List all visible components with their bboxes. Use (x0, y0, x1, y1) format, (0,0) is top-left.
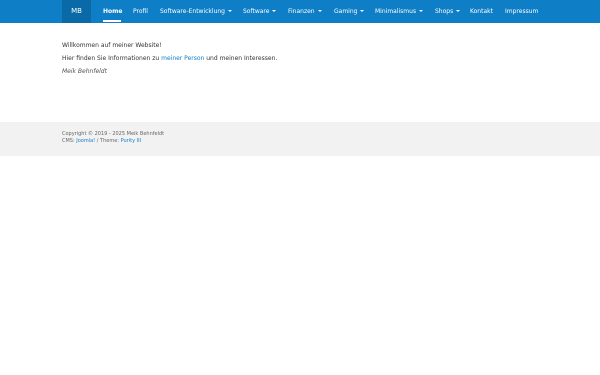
nav-item-finanzen[interactable]: Finanzen (288, 0, 322, 23)
caret-down-icon (228, 10, 232, 12)
caret-down-icon (317, 10, 322, 12)
cms-label: CMS: (62, 138, 77, 144)
main-content: Willkommen auf meiner Website! Hier find… (62, 39, 542, 78)
nav-item-minimalismus[interactable]: Minimalismus (375, 0, 424, 23)
caret-down-icon (272, 10, 277, 12)
nav-item-impressum[interactable]: Impressum (505, 0, 538, 23)
footer: Copyright © 2019 - 2025 Meik Behnfeldt C… (0, 122, 600, 156)
nav-item-label: Kontakt (470, 8, 493, 15)
nav-item-shops[interactable]: Shops (435, 0, 461, 23)
brand-logo[interactable]: MB (62, 0, 91, 23)
theme-link[interactable]: Purity III (121, 138, 141, 144)
caret-down-icon (456, 10, 461, 12)
nav-item-label: Impressum (505, 8, 539, 15)
nav-item-label: Gaming (334, 8, 358, 15)
theme-label: / Theme: (95, 138, 121, 144)
intro-text-prefix: Hier finden Sie Informationen zu (62, 55, 162, 62)
footer-inner: Copyright © 2019 - 2025 Meik Behnfeldt C… (62, 131, 164, 145)
nav-item-label: Software-Entwicklung (160, 8, 225, 15)
top-navbar: MB Home Profil Software-Entwicklung Soft… (0, 0, 600, 23)
caret-down-icon (419, 10, 424, 12)
nav-item-kontakt[interactable]: Kontakt (470, 0, 493, 23)
nav-item-gaming[interactable]: Gaming (334, 0, 365, 23)
nav-item-label: Software (243, 8, 270, 15)
person-link[interactable]: meiner Person (161, 55, 204, 62)
signature: Meik Behnfeldt (62, 68, 107, 75)
caret-down-icon (360, 10, 365, 12)
nav-item-software[interactable]: Software (243, 0, 277, 23)
nav-item-label: Finanzen (288, 8, 315, 15)
cms-credits: CMS: Joomla! / Theme: Purity III (62, 138, 164, 145)
joomla-link[interactable]: Joomla! (76, 138, 95, 144)
intro-text-suffix: und meinen Interessen. (204, 55, 278, 62)
active-indicator (103, 20, 121, 22)
nav-item-software-entwicklung[interactable]: Software-Entwicklung (160, 0, 232, 23)
nav-item-label: Minimalismus (375, 8, 417, 15)
nav-item-label: Shops (435, 8, 454, 15)
welcome-text: Willkommen auf meiner Website! (62, 42, 162, 49)
nav-item-label: Home (103, 8, 123, 15)
copyright-text: Copyright © 2019 - 2025 Meik Behnfeldt (62, 131, 165, 137)
intro-text: Hier finden Sie Informationen zu meiner … (62, 52, 542, 65)
nav-item-profil[interactable]: Profil (133, 0, 148, 23)
nav-item-label: Profil (133, 8, 148, 15)
